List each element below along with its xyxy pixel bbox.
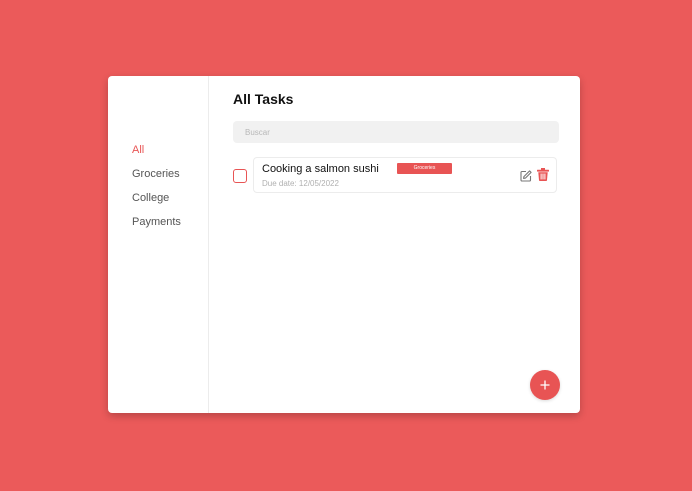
- plus-icon: [540, 380, 550, 390]
- edit-icon: [520, 170, 532, 182]
- due-date: Due date: 12/05/2022: [262, 179, 339, 188]
- task-title: Cooking a salmon sushi: [262, 163, 379, 175]
- add-task-button[interactable]: [530, 370, 560, 400]
- main-panel: All Tasks Cooking a salmon sushi Groceri…: [209, 76, 580, 413]
- category-badge: Groceries: [397, 163, 452, 174]
- app-window: All Groceries College Payments All Tasks…: [108, 76, 580, 413]
- delete-button[interactable]: [537, 168, 549, 181]
- sidebar: All Groceries College Payments: [108, 76, 209, 413]
- trash-icon: [537, 168, 549, 181]
- sidebar-item-groceries[interactable]: Groceries: [132, 168, 180, 180]
- sidebar-item-payments[interactable]: Payments: [132, 216, 181, 228]
- task-checkbox[interactable]: [233, 169, 247, 183]
- edit-button[interactable]: [520, 169, 532, 182]
- page-title: All Tasks: [233, 91, 294, 107]
- search-input[interactable]: [233, 121, 559, 143]
- task-card: Cooking a salmon sushi Groceries Due dat…: [253, 157, 557, 193]
- sidebar-item-all[interactable]: All: [132, 144, 144, 156]
- sidebar-item-college[interactable]: College: [132, 192, 169, 204]
